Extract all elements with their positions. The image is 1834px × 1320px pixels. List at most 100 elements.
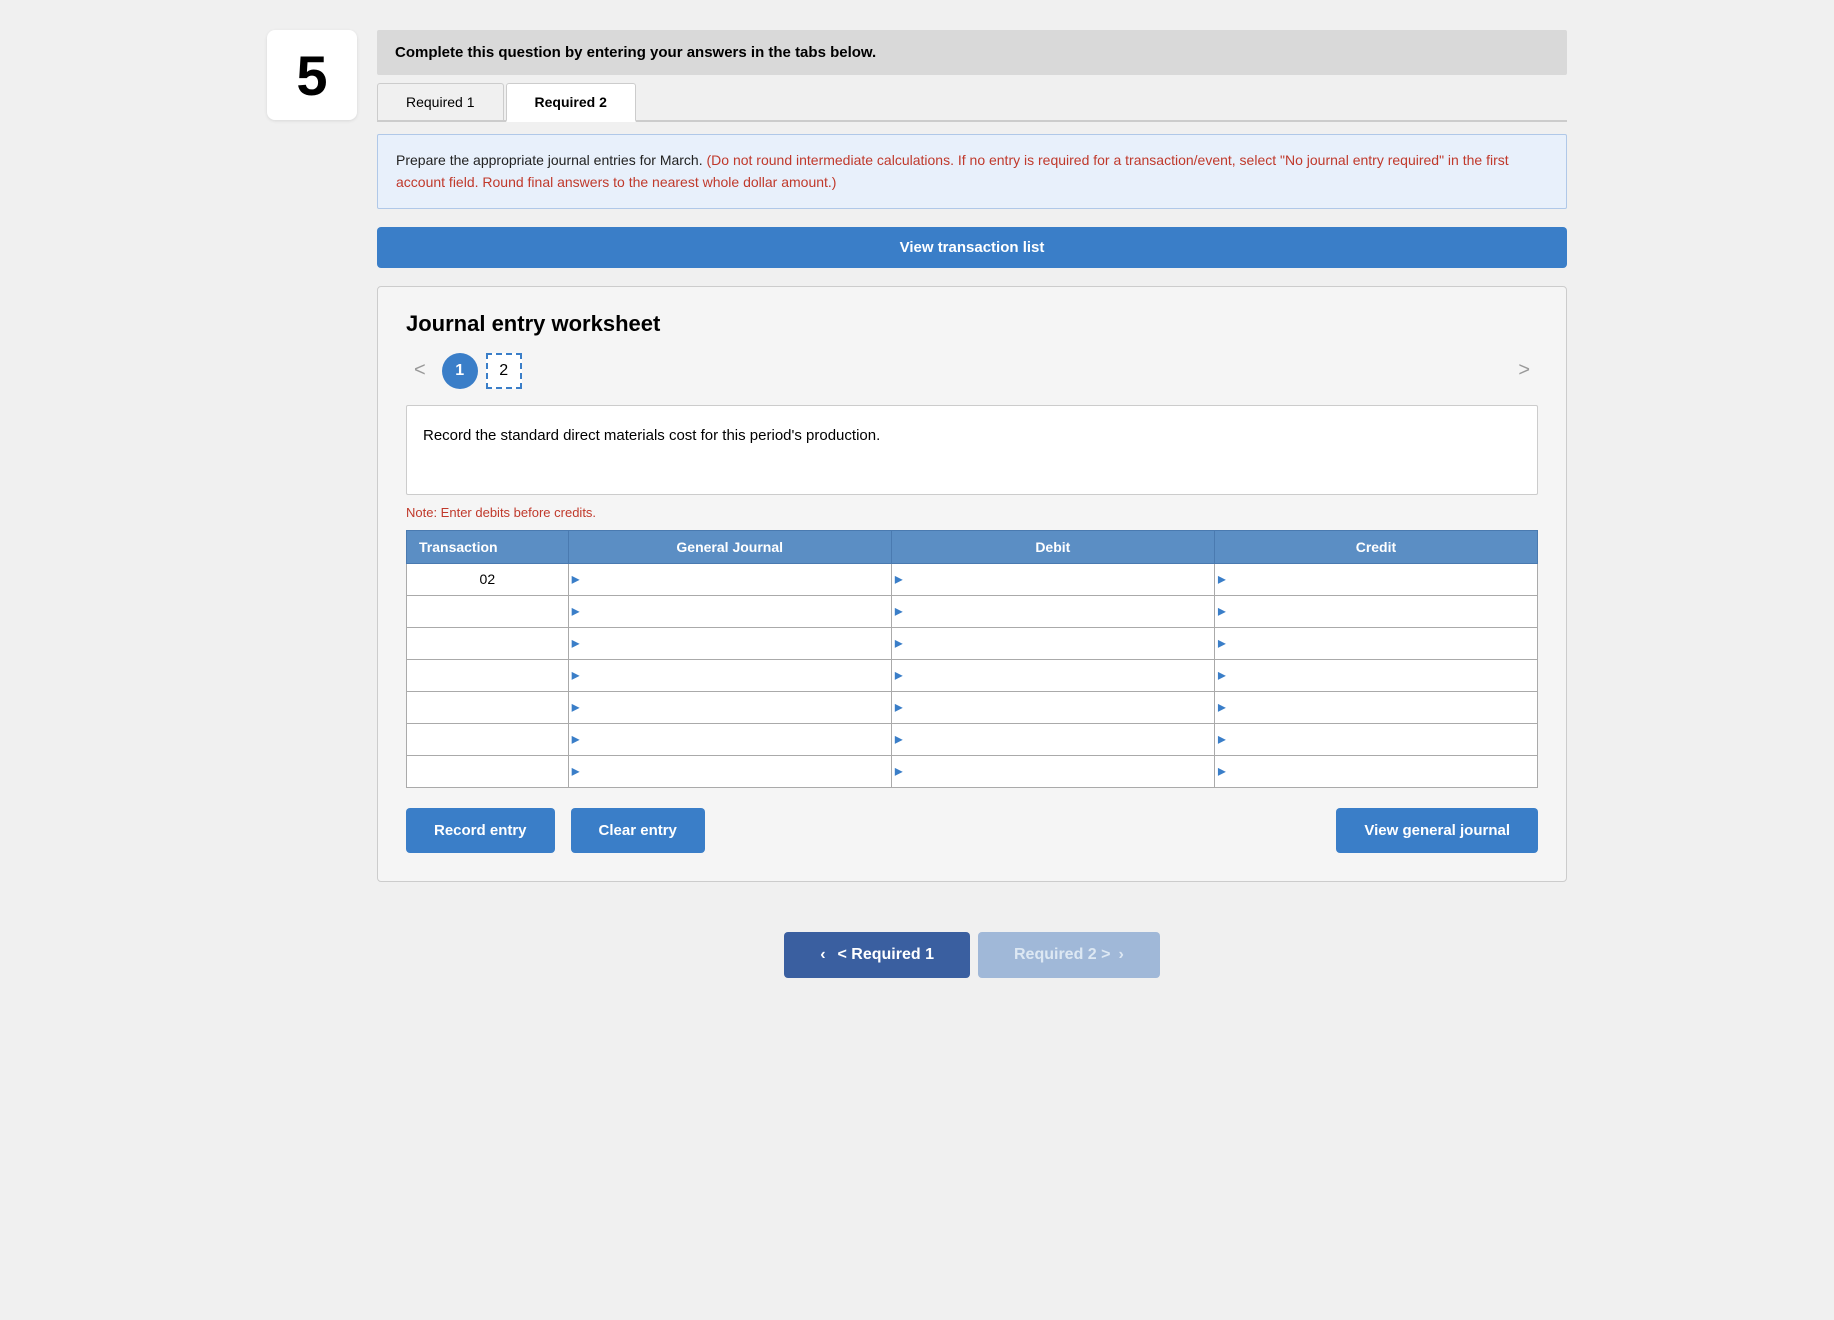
journal-cell-1[interactable]: ▸ [568,595,891,627]
credit-input-5[interactable] [1229,724,1537,755]
journal-input-5[interactable] [583,724,891,755]
bottom-prev-button[interactable]: ‹ < Required 1 [784,932,970,978]
transaction-cell-1 [407,595,569,627]
journal-cell-5[interactable]: ▸ [568,723,891,755]
worksheet-container: Journal entry worksheet < 1 2 > Record t… [377,286,1567,882]
credit-input-3[interactable] [1229,660,1537,691]
debit-indicator-icon-2: ▸ [895,633,903,653]
debit-indicator-icon-6: ▸ [895,761,903,781]
debit-input-3[interactable] [906,660,1214,691]
credit-indicator-icon-2: ▸ [1218,633,1226,653]
debit-indicator-icon-0: ▸ [895,569,903,589]
tabs-row: Required 1 Required 2 [377,83,1567,122]
journal-cell-6[interactable]: ▸ [568,755,891,787]
tab-required-1[interactable]: Required 1 [377,83,504,120]
table-row: ▸ ▸ ▸ [407,627,1538,659]
info-box: Prepare the appropriate journal entries … [377,134,1567,209]
debit-input-4[interactable] [906,692,1214,723]
tab-required-2[interactable]: Required 2 [506,83,636,122]
credit-input-1[interactable] [1229,596,1537,627]
nav-next-arrow[interactable]: > [1510,355,1538,386]
debit-cell-1[interactable]: ▸ [891,595,1214,627]
next-chevron-icon: › [1118,946,1123,964]
table-row: ▸▸▸ [407,595,1538,627]
credit-cell-6[interactable]: ▸ [1214,755,1537,787]
description-box: Record the standard direct materials cos… [406,405,1538,495]
next-label: Required 2 > [1014,946,1110,964]
debit-cell-6[interactable]: ▸ [891,755,1214,787]
view-transaction-button[interactable]: View transaction list [377,227,1567,268]
bottom-nav: ‹ < Required 1 Required 2 > › [377,932,1567,1008]
table-row: 02▸▸▸ [407,563,1538,595]
nav-row: < 1 2 > [406,353,1538,389]
credit-cell-4[interactable]: ▸ [1214,691,1537,723]
debit-input-1[interactable] [906,596,1214,627]
credit-cell-2[interactable]: ▸ [1214,627,1537,659]
col-header-transaction: Transaction [407,530,569,563]
journal-cell-2[interactable]: ▸ [568,627,891,659]
credit-indicator-icon-0: ▸ [1218,569,1226,589]
table-row: ▸ ▸ ▸ [407,659,1538,691]
note-text: Note: Enter debits before credits. [406,505,1538,520]
debit-input-0[interactable] [906,564,1214,595]
view-general-journal-button[interactable]: View general journal [1336,808,1538,853]
bottom-next-button: Required 2 > › [978,932,1160,978]
button-row: Record entry Clear entry View general jo… [406,808,1538,853]
debit-indicator-icon-5: ▸ [895,729,903,749]
journal-input-6[interactable] [583,756,891,787]
description-text: Record the standard direct materials cos… [423,427,880,444]
credit-indicator-icon-5: ▸ [1218,729,1226,749]
journal-input-3[interactable] [583,660,891,691]
journal-cell-0[interactable]: ▸ [568,563,891,595]
transaction-cell-6 [407,755,569,787]
clear-entry-button[interactable]: Clear entry [571,808,705,853]
nav-page-2[interactable]: 2 [486,353,522,389]
debit-cell-5[interactable]: ▸ [891,723,1214,755]
credit-indicator-icon-1: ▸ [1218,601,1226,621]
debit-cell-0[interactable]: ▸ [891,563,1214,595]
credit-input-2[interactable] [1229,628,1537,659]
credit-cell-0[interactable]: ▸ [1214,563,1537,595]
journal-cell-4[interactable]: ▸ [568,691,891,723]
journal-input-1[interactable] [583,596,891,627]
debit-input-5[interactable] [906,724,1214,755]
credit-indicator-icon-3: ▸ [1218,665,1226,685]
credit-input-6[interactable] [1229,756,1537,787]
credit-input-4[interactable] [1229,692,1537,723]
credit-cell-3[interactable]: ▸ [1214,659,1537,691]
journal-input-0[interactable] [583,564,891,595]
debit-cell-4[interactable]: ▸ [891,691,1214,723]
journal-input-2[interactable] [583,628,891,659]
transaction-cell-5 [407,723,569,755]
journal-indicator-icon-4: ▸ [572,697,580,717]
credit-cell-1[interactable]: ▸ [1214,595,1537,627]
journal-indicator-icon-0: ▸ [572,569,580,589]
debit-cell-2[interactable]: ▸ [891,627,1214,659]
col-header-credit: Credit [1214,530,1537,563]
debit-input-2[interactable] [906,628,1214,659]
journal-indicator-icon-2: ▸ [572,633,580,653]
credit-cell-5[interactable]: ▸ [1214,723,1537,755]
transaction-cell-4 [407,691,569,723]
journal-indicator-icon-1: ▸ [572,601,580,621]
table-row: ▸ ▸ ▸ [407,691,1538,723]
col-header-debit: Debit [891,530,1214,563]
credit-input-0[interactable] [1229,564,1537,595]
worksheet-title: Journal entry worksheet [406,311,1538,337]
debit-input-6[interactable] [906,756,1214,787]
record-entry-button[interactable]: Record entry [406,808,555,853]
instruction-text: Complete this question by entering your … [395,44,876,61]
journal-cell-3[interactable]: ▸ [568,659,891,691]
journal-indicator-icon-3: ▸ [572,665,580,685]
transaction-cell-3 [407,659,569,691]
debit-indicator-icon-4: ▸ [895,697,903,717]
transaction-cell-2 [407,627,569,659]
journal-indicator-icon-6: ▸ [572,761,580,781]
nav-page-1[interactable]: 1 [442,353,478,389]
col-header-general-journal: General Journal [568,530,891,563]
table-row: ▸ ▸ ▸ [407,755,1538,787]
debit-cell-3[interactable]: ▸ [891,659,1214,691]
nav-prev-arrow[interactable]: < [406,355,434,386]
journal-input-4[interactable] [583,692,891,723]
debit-indicator-icon-3: ▸ [895,665,903,685]
